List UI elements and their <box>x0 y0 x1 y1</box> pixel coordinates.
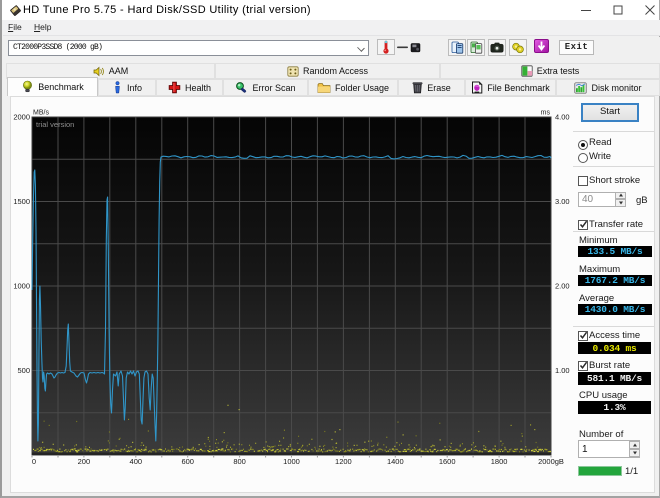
svg-text:1400: 1400 <box>387 457 404 466</box>
svg-text:600: 600 <box>181 457 194 466</box>
svg-text:2000gB: 2000gB <box>538 457 564 466</box>
svg-text:1.00: 1.00 <box>555 366 570 375</box>
svg-text:MB/s: MB/s <box>33 110 49 117</box>
svg-text:3.00: 3.00 <box>555 197 570 206</box>
svg-text:1800: 1800 <box>491 457 508 466</box>
svg-text:200: 200 <box>78 457 91 466</box>
svg-text:1200: 1200 <box>335 457 352 466</box>
svg-text:trial version: trial version <box>36 120 74 129</box>
svg-text:1000: 1000 <box>13 282 30 291</box>
svg-text:1000: 1000 <box>283 457 300 466</box>
svg-text:500: 500 <box>17 366 30 375</box>
svg-text:400: 400 <box>130 457 143 466</box>
svg-text:0: 0 <box>32 457 36 466</box>
svg-text:1500: 1500 <box>13 197 30 206</box>
svg-text:2.00: 2.00 <box>555 282 570 291</box>
svg-text:2000: 2000 <box>13 113 30 122</box>
svg-text:4.00: 4.00 <box>555 113 570 122</box>
svg-text:800: 800 <box>233 457 246 466</box>
svg-text:ms: ms <box>541 110 551 117</box>
svg-text:1600: 1600 <box>439 457 456 466</box>
